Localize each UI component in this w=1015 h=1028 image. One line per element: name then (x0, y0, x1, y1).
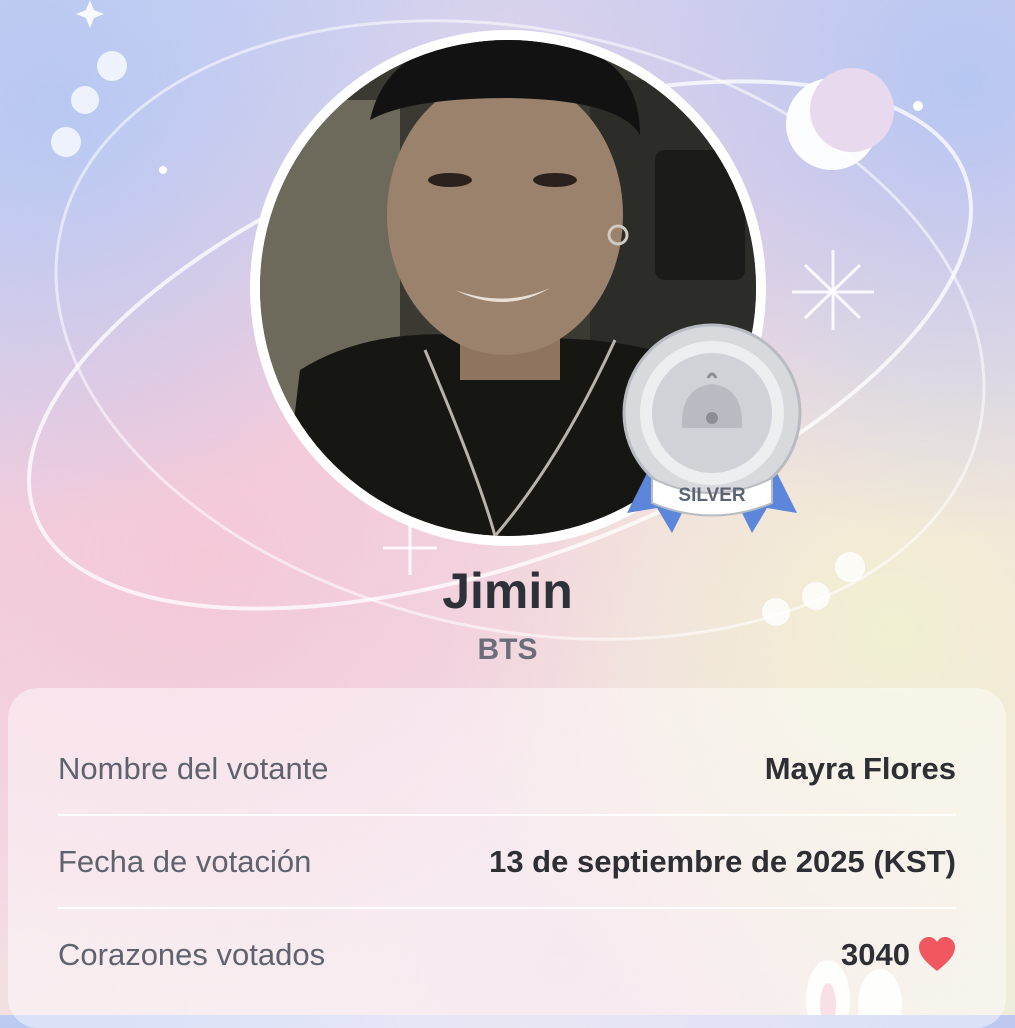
idol-name: Jimin (442, 563, 573, 619)
badge-label: SILVER (678, 485, 745, 506)
voter-name-row: Nombre del votante Mayra Flores (58, 723, 956, 814)
hearts-voted-label: Corazones votados (58, 936, 326, 972)
hearts-voted-count: 3040 (841, 936, 910, 972)
voter-name-text: Mayra Flores (764, 750, 956, 786)
vote-info-card: Nombre del votante Mayra Flores Fecha de… (8, 688, 1006, 1028)
hearts-voted-row: Corazones votados 3040 (58, 907, 956, 1000)
voter-name-value: Mayra Flores (765, 751, 956, 787)
group-name: BTS (477, 633, 538, 666)
voter-name-label: Nombre del votante (58, 750, 329, 786)
vote-date-text: 13 de septiembre de 2025 (KST) (489, 843, 956, 879)
vote-date-row: Fecha de votación 13 de septiembre de 20… (58, 814, 956, 907)
silver-medal-icon: SILVER (622, 323, 802, 533)
hearts-voted-value: 3040 (841, 936, 956, 973)
vote-date-value: 13 de septiembre de 2025 (KST) (489, 844, 956, 880)
heart-icon (919, 936, 955, 971)
vote-date-label: Fecha de votación (58, 843, 312, 879)
